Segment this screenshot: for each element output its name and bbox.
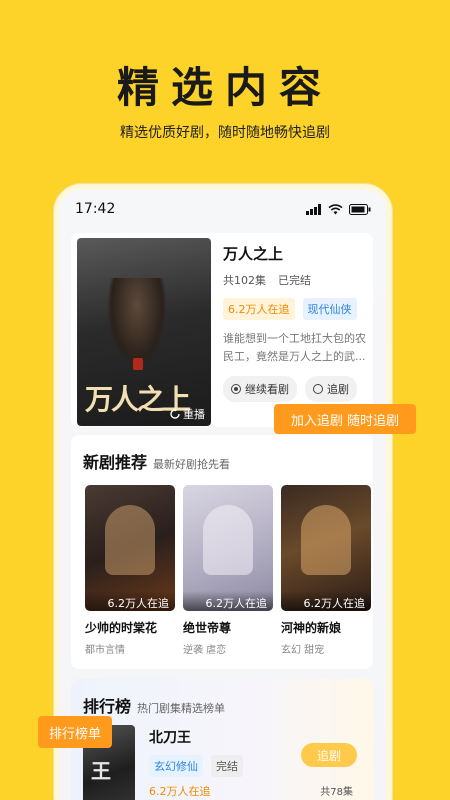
- hero-actions: 继续看剧 追剧: [223, 376, 369, 402]
- follow-label: 追剧: [327, 383, 349, 396]
- new-section-header: 新剧推荐 最新好剧抢先看: [83, 449, 230, 473]
- subline: 精选优质好剧，随时随地畅快追剧: [120, 125, 330, 141]
- battery-icon: [349, 203, 371, 215]
- drama-card[interactable]: 6.2万人在追 绝世帝尊 逆袭 虐恋: [183, 485, 273, 656]
- add-to-follow-badge: 加入追剧 随时追剧: [274, 404, 416, 434]
- poster-seal: [133, 358, 143, 370]
- drama-genre: 逆袭 虐恋: [183, 645, 227, 656]
- watch-count: 6.2万人在追: [85, 591, 175, 611]
- new-drama-list: 6.2万人在追 少帅的时棠花 都市言情 6.2万人在追 绝世帝尊 逆袭 虐恋 6…: [85, 485, 371, 656]
- new-section-title: 新剧推荐: [83, 453, 148, 472]
- continue-watching-label: 继续看剧: [245, 383, 289, 396]
- follow-button[interactable]: 追剧: [305, 376, 357, 402]
- hero-tag-genre: 现代仙侠: [302, 298, 357, 320]
- continue-watching-button[interactable]: 继续看剧: [223, 376, 297, 402]
- rank-section-subtitle: 热门剧集精选榜单: [137, 702, 226, 715]
- poster-figure: [107, 278, 167, 368]
- drama-poster[interactable]: 6.2万人在追: [183, 485, 273, 611]
- rank-tag-state: 完结: [211, 755, 243, 777]
- circle-icon: [313, 384, 323, 394]
- hero-meta: 共102集 已完结: [223, 272, 369, 288]
- ranking-section: 排行榜 热门剧集精选榜单 王 北刀王 玄幻修仙 完结 追剧 6.2万人在追 共7…: [71, 679, 373, 800]
- watch-count: 6.2万人在追: [281, 591, 371, 611]
- ranking-badge: 排行榜单: [38, 716, 112, 748]
- rank-follow-button[interactable]: 追剧: [301, 743, 357, 767]
- status-icons: [306, 203, 371, 215]
- status-bar: 17:42: [59, 189, 387, 229]
- drama-genre: 都市言情: [85, 645, 125, 656]
- poster-art: [105, 505, 155, 575]
- hero-description: 谁能想到一个工地扛大包的农民工，竟然是万人之上的武...: [223, 332, 366, 363]
- drama-poster[interactable]: 6.2万人在追: [85, 485, 175, 611]
- drama-genre: 玄幻 甜宠: [281, 645, 325, 656]
- hero-drama-card[interactable]: 万人之上 重播 万人之上 共102集 已完结 6.2万人在追 现代仙侠 谁能想到…: [71, 233, 373, 427]
- phone-frame: 17:42 万人之上 重播 万人之上 共102集 已完结 6.2万人在追 现代仙…: [54, 184, 392, 800]
- drama-name: 少帅的时棠花: [85, 621, 158, 635]
- drama-name: 河神的新娘: [281, 621, 342, 635]
- status-time: 17:42: [75, 201, 116, 217]
- drama-card[interactable]: 6.2万人在追 河神的新娘 玄幻 甜宠: [281, 485, 371, 656]
- drama-name: 绝世帝尊: [183, 621, 232, 635]
- play-icon: [231, 384, 241, 394]
- drama-card[interactable]: 6.2万人在追 少帅的时棠花 都市言情: [85, 485, 175, 656]
- phone-screen: 17:42 万人之上 重播 万人之上 共102集 已完结 6.2万人在追 现代仙…: [59, 189, 387, 800]
- rank-poster-text: 王: [91, 759, 111, 783]
- hero-state: 已完结: [278, 274, 311, 287]
- rank-section-title: 排行榜: [83, 697, 132, 716]
- hero-tags: 6.2万人在追 现代仙侠: [223, 298, 369, 320]
- new-drama-section: 新剧推荐 最新好剧抢先看 6.2万人在追 少帅的时棠花 都市言情 6.2万人在追: [71, 435, 373, 669]
- hero-info: 万人之上 共102集 已完结 6.2万人在追 现代仙侠 谁能想到一个工地扛大包的…: [223, 243, 369, 402]
- rank-episodes: 共78集: [320, 787, 353, 798]
- hero-title: 万人之上: [223, 245, 284, 263]
- hero-tag-watching: 6.2万人在追: [223, 298, 295, 320]
- wifi-icon: [328, 203, 343, 214]
- replay-label: 重播: [183, 408, 205, 421]
- watch-count: 6.2万人在追: [183, 591, 273, 611]
- hero-episodes: 共102集: [223, 274, 266, 287]
- rank-watch-count: 6.2万人在追: [149, 785, 211, 798]
- headline: 精选内容: [116, 63, 333, 112]
- signal-icon: [306, 203, 321, 215]
- replay-icon: [170, 408, 180, 419]
- poster-art: [203, 505, 253, 575]
- replay-control[interactable]: 重播: [169, 406, 205, 422]
- poster-art: [301, 505, 351, 575]
- rank-item[interactable]: 王 北刀王 玄幻修仙 完结 追剧 6.2万人在追 共78集: [83, 725, 363, 800]
- rank-tag-genre: 玄幻修仙: [149, 755, 203, 777]
- hero-poster[interactable]: 万人之上 重播: [77, 238, 211, 426]
- rank-section-header: 排行榜 热门剧集精选榜单: [83, 693, 225, 717]
- drama-poster[interactable]: 6.2万人在追: [281, 485, 371, 611]
- new-section-subtitle: 最新好剧抢先看: [153, 458, 231, 471]
